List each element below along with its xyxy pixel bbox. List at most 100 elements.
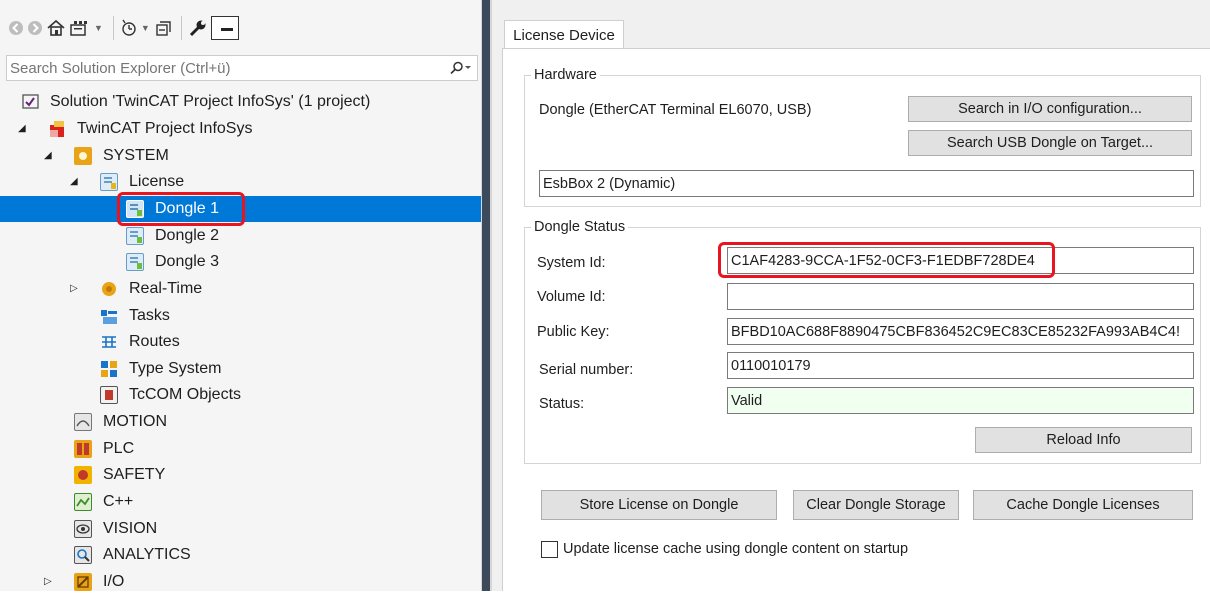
solution-explorer-panel: ▼ ▼ Solution 'TwinCAT Project InfoSys' (… — [0, 0, 481, 591]
dongle-icon — [126, 253, 144, 271]
system-id-label: System Id: — [537, 255, 606, 271]
tree-item-label: SYSTEM — [103, 147, 169, 164]
expanded-arrow-icon[interactable]: ◢ — [44, 150, 54, 162]
serial-number-label: Serial number: — [539, 362, 634, 378]
chevron-down-icon[interactable]: ▼ — [94, 23, 103, 33]
expanded-arrow-icon[interactable]: ◢ — [70, 176, 80, 188]
tree-item-motion[interactable]: MOTION — [0, 409, 481, 435]
license-device-editor: License Device Hardware Dongle (EtherCAT… — [492, 0, 1210, 591]
clear-dongle-storage-button[interactable]: Clear Dongle Storage — [793, 490, 959, 520]
toolbar-separator — [112, 15, 114, 40]
update-license-cache-label[interactable]: Update license cache using dongle conten… — [563, 541, 908, 557]
tree-item-label: Solution 'TwinCAT Project InfoSys' (1 pr… — [50, 93, 371, 110]
preview-icon[interactable] — [210, 15, 239, 40]
status-label: Status: — [539, 396, 585, 412]
dongle-description: Dongle (EtherCAT Terminal EL6070, USB) — [539, 102, 812, 118]
routes-icon — [100, 333, 118, 351]
tree-item-label: Routes — [129, 333, 180, 350]
tree-item-cpp[interactable]: C++ — [0, 489, 481, 515]
expanded-arrow-icon[interactable]: ◢ — [18, 123, 28, 135]
chevron-down-icon[interactable]: ▼ — [141, 23, 150, 33]
tree-item-label: Real-Time — [129, 280, 203, 297]
search-box[interactable] — [6, 55, 478, 81]
volume-id-label: Volume Id: — [537, 289, 606, 305]
pane-splitter-bar[interactable] — [482, 0, 490, 591]
tree-item-label: License — [129, 173, 185, 190]
tree-item-dongle-3[interactable]: Dongle 3 — [0, 249, 481, 275]
tree-item-plc[interactable]: PLC — [0, 436, 481, 462]
tree-item-type-system[interactable]: Type System — [0, 356, 481, 382]
public-key-field[interactable] — [727, 318, 1194, 345]
tree-item-license[interactable]: ◢ License — [0, 169, 481, 195]
tree-item-tccom-objects[interactable]: TcCOM Objects — [0, 382, 481, 408]
tree-item-system[interactable]: ◢ SYSTEM — [0, 143, 481, 169]
update-license-cache-checkbox[interactable] — [541, 541, 558, 558]
tree-item-label: Dongle 2 — [155, 227, 220, 244]
public-key-label: Public Key: — [537, 324, 610, 340]
tree-item-routes[interactable]: Routes — [0, 329, 481, 355]
tree-item-label: SAFETY — [103, 466, 166, 483]
tree-item-solution[interactable]: Solution 'TwinCAT Project InfoSys' (1 pr… — [0, 89, 481, 115]
tree-item-dongle-2[interactable]: Dongle 2 — [0, 223, 481, 249]
collapsed-arrow-icon[interactable]: ▷ — [44, 576, 54, 588]
cpp-icon — [74, 493, 92, 511]
forward-icon[interactable] — [27, 15, 43, 41]
device-field[interactable] — [539, 170, 1194, 197]
sync-icon[interactable] — [69, 15, 91, 41]
visual-studio-solution-icon — [22, 93, 40, 111]
hardware-legend: Hardware — [534, 67, 597, 83]
back-icon[interactable] — [8, 15, 24, 41]
safety-icon — [74, 466, 92, 484]
search-usb-dongle-button[interactable]: Search USB Dongle on Target... — [908, 130, 1192, 156]
properties-icon[interactable] — [188, 15, 208, 41]
motion-icon — [74, 413, 92, 431]
vision-eye-icon — [74, 520, 92, 538]
system-gear-icon — [74, 147, 92, 165]
tree-item-label: VISION — [103, 520, 158, 537]
reload-info-button[interactable]: Reload Info — [975, 427, 1192, 453]
tccom-objects-icon — [100, 386, 118, 404]
tree-item-vision[interactable]: VISION — [0, 516, 481, 542]
cache-dongle-licenses-button[interactable]: Cache Dongle Licenses — [973, 490, 1193, 520]
dongle-1-highlight-box — [117, 192, 245, 226]
tree-item-label: TcCOM Objects — [129, 386, 242, 403]
plc-icon — [74, 440, 92, 458]
tree-item-label: MOTION — [103, 413, 167, 430]
tree-item-label: Type System — [129, 360, 222, 377]
license-icon — [100, 173, 118, 191]
collapse-all-icon[interactable] — [154, 15, 172, 41]
tree-item-tasks[interactable]: Tasks — [0, 303, 481, 329]
tree-item-label: I/O — [103, 573, 125, 590]
tree-item-project[interactable]: ◢ TwinCAT Project InfoSys — [0, 116, 481, 142]
collapsed-arrow-icon[interactable]: ▷ — [70, 283, 80, 295]
tree-item-real-time[interactable]: ▷ Real-Time — [0, 276, 481, 302]
tree-item-analytics[interactable]: ANALYTICS — [0, 542, 481, 568]
search-io-configuration-button[interactable]: Search in I/O configuration... — [908, 96, 1192, 122]
status-field[interactable] — [727, 387, 1194, 414]
tree-item-label: Tasks — [129, 307, 170, 324]
tab-license-device[interactable]: License Device — [504, 20, 624, 49]
pending-changes-icon[interactable] — [120, 15, 138, 41]
tree-item-label: PLC — [103, 440, 135, 457]
tree-item-label: C++ — [103, 493, 134, 510]
twincat-project-icon — [48, 120, 66, 138]
editor-tabstrip: License Device — [492, 0, 1210, 49]
toolbar-separator — [180, 15, 182, 40]
home-icon[interactable] — [46, 15, 66, 41]
editor-content: Hardware Dongle (EtherCAT Terminal EL607… — [502, 48, 1210, 591]
tree-item-io[interactable]: ▷ I/O — [0, 569, 481, 595]
serial-number-field[interactable] — [727, 352, 1194, 379]
store-license-on-dongle-button[interactable]: Store License on Dongle — [541, 490, 777, 520]
tree-item-safety[interactable]: SAFETY — [0, 462, 481, 488]
volume-id-field[interactable] — [727, 283, 1194, 310]
tree-item-label: TwinCAT Project InfoSys — [77, 120, 253, 137]
analytics-icon — [74, 546, 92, 564]
solution-explorer-toolbar: ▼ ▼ — [0, 0, 481, 55]
io-icon — [74, 573, 92, 591]
dongle-icon — [126, 227, 144, 245]
dongle-status-legend: Dongle Status — [534, 219, 626, 235]
search-input[interactable] — [7, 57, 443, 79]
tree-item-label: ANALYTICS — [103, 546, 191, 563]
search-icon[interactable] — [443, 61, 477, 75]
tree-item-label: Dongle 3 — [155, 253, 220, 270]
